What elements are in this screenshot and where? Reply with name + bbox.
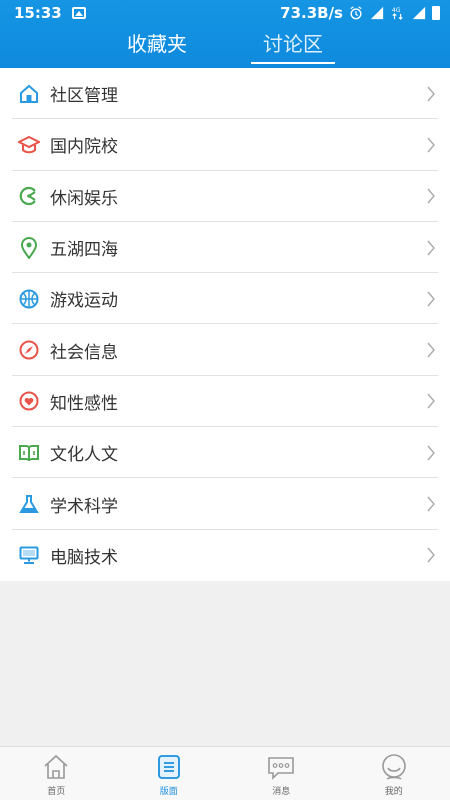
nav-profile-label: 我的 (384, 787, 403, 797)
nav-board[interactable]: 版面 (113, 747, 226, 800)
data-arrows-icon: 4G (392, 7, 403, 20)
chevron-right-icon (427, 393, 435, 409)
message-nav-icon (268, 757, 295, 780)
bottom-nav: 首页 版面 消息 我的 (0, 746, 450, 800)
location-pin-icon (18, 236, 40, 259)
signal-icon-2 (412, 6, 426, 20)
status-bar: 15:33 73.3B/s 4G (0, 0, 450, 26)
chevron-right-icon (427, 291, 435, 307)
category-item[interactable]: 休闲娱乐 (0, 171, 450, 223)
category-label: 社会信息 (50, 342, 118, 363)
nav-home[interactable]: 首页 (0, 747, 113, 800)
category-item[interactable]: 五湖四海 (0, 222, 450, 274)
chevron-right-icon (427, 547, 435, 563)
board-nav-icon (157, 755, 180, 779)
tab-bar: 收藏夹 讨论区 (0, 26, 450, 68)
category-label: 国内院校 (50, 137, 118, 158)
category-label: 游戏运动 (50, 291, 118, 312)
category-list: 社区管理 国内院校 休闲娱乐 五湖四海 游戏运动 社会信息 知性感性 文化人文 … (0, 68, 450, 581)
chevron-right-icon (427, 240, 435, 255)
category-item[interactable]: 电脑技术 (0, 530, 450, 581)
book-icon (18, 442, 40, 464)
category-item[interactable]: 社会信息 (0, 324, 450, 377)
top-bar: 15:33 73.3B/s 4G 收藏夹 讨论区 (0, 0, 450, 68)
nav-board-label: 版面 (159, 787, 178, 797)
flask-icon (18, 493, 40, 515)
category-item[interactable]: 社区管理 (0, 68, 450, 120)
alarm-icon (350, 6, 362, 20)
network-speed: 73.3B/s (280, 4, 343, 22)
chevron-right-icon (427, 342, 435, 358)
svg-text:4G: 4G (392, 7, 401, 14)
home-icon (18, 83, 40, 105)
category-label: 五湖四海 (50, 240, 118, 261)
category-item[interactable]: 国内院校 (0, 119, 450, 171)
nav-message[interactable]: 消息 (225, 747, 338, 800)
category-label: 电脑技术 (50, 547, 118, 568)
status-right: 73.3B/s 4G (280, 4, 440, 22)
category-label: 文化人文 (50, 445, 118, 466)
monitor-icon (18, 544, 40, 566)
category-label: 社区管理 (50, 86, 118, 107)
profile-nav-icon (381, 754, 406, 780)
category-item[interactable]: 文化人文 (0, 427, 450, 479)
chevron-right-icon (427, 445, 435, 461)
category-label: 休闲娱乐 (50, 188, 118, 209)
nav-profile[interactable]: 我的 (338, 747, 450, 800)
home-nav-icon (44, 754, 68, 779)
chevron-right-icon (427, 496, 435, 512)
heart-circle-icon (18, 390, 40, 412)
chevron-right-icon (427, 86, 435, 102)
category-item[interactable]: 游戏运动 (0, 273, 450, 325)
category-item[interactable]: 学术科学 (0, 478, 450, 530)
tab-discussion[interactable]: 讨论区 (251, 30, 335, 64)
signal-icon (370, 6, 384, 20)
status-time: 15:33 (14, 4, 62, 22)
nav-home-label: 首页 (47, 787, 66, 797)
chevron-right-icon (427, 137, 435, 153)
basketball-icon (18, 288, 40, 310)
battery-icon (432, 6, 440, 20)
tab-favorites[interactable]: 收藏夹 (115, 30, 199, 62)
pacman-icon (18, 185, 40, 207)
gallery-icon (71, 7, 86, 19)
category-item[interactable]: 知性感性 (0, 376, 450, 428)
graduation-cap-icon (18, 134, 40, 156)
chevron-right-icon (427, 188, 435, 204)
category-label: 知性感性 (50, 393, 118, 414)
compass-icon (18, 339, 40, 361)
nav-message-label: 消息 (272, 787, 291, 797)
category-label: 学术科学 (50, 496, 118, 517)
